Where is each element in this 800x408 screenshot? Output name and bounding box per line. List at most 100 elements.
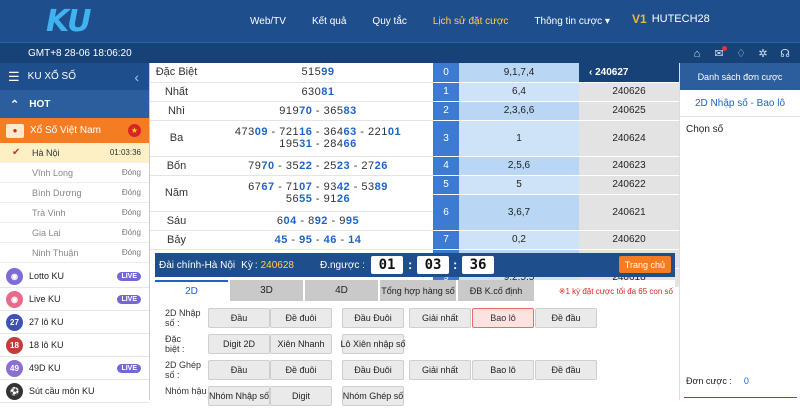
18-lo-icon: 18 — [6, 336, 23, 354]
choose-number-label: Chọn số — [686, 124, 724, 135]
period-item[interactable]: 240626 — [579, 82, 679, 102]
loto-values: 3,6,7 — [459, 194, 579, 231]
loto-row: 4 2,5,6 240623 — [433, 156, 679, 176]
prize-numbers: 63081 — [203, 82, 433, 102]
game-name: Lotto KU — [29, 271, 65, 281]
user-info[interactable]: V1 HUTECH28 — [632, 12, 710, 26]
draw-label: Đài chính-Hà Nội — [159, 259, 236, 271]
sidebar-item-xo-so-viet-nam[interactable]: ● Xổ Số Việt Nam ★ — [0, 118, 149, 143]
province-item[interactable]: ✔ Hà Nội 01:03:36 — [0, 143, 149, 163]
bet-option-button[interactable]: Đề đầu — [535, 308, 597, 328]
settings-icon[interactable]: ✲ — [752, 46, 774, 61]
bet-option-button[interactable]: Đầu — [208, 308, 270, 328]
tab-3d[interactable]: 3D — [230, 280, 303, 301]
period-item[interactable]: 240625 — [579, 101, 679, 121]
province-list: ✔ Hà Nội 01:03:36 Vĩnh Long Đóng Bình Dương Đó… — [0, 143, 149, 263]
province-name: Vĩnh Long — [32, 167, 74, 178]
period-item[interactable]: 240623 — [579, 156, 679, 176]
hot-section[interactable]: ⌃ HOT — [0, 90, 149, 118]
loto-values: 2,5,6 — [459, 156, 579, 176]
nav-item-4[interactable]: Thông tin cược ▾ — [534, 16, 610, 27]
period-item[interactable]: ‹ 240627 — [579, 63, 679, 83]
countdown-label: Đ.ngược : — [320, 259, 365, 271]
loto-values: 2,3,6,6 — [459, 101, 579, 121]
headset-icon[interactable]: ☊ — [774, 46, 796, 61]
live-badge: LIVE — [117, 271, 141, 281]
game-item[interactable]: ◉ Lotto KU LIVE — [0, 265, 149, 288]
order-panel: Danh sách đơn cược 2D Nhập số - Bao lô C… — [679, 63, 800, 400]
bet-row: 2D Ghép số : Đầu Đề đuôi Đầu Đuôi Giải nhất Ba… — [155, 358, 675, 382]
order-count: Đơn cược : 0 — [680, 376, 800, 392]
bet-option-button[interactable]: Bao lô — [472, 308, 534, 328]
sidebar-item-label: Xổ Số Việt Nam — [30, 125, 101, 136]
datetime: GMT+8 28-06 18:06:20 — [28, 48, 132, 59]
period-item[interactable]: 240624 — [579, 120, 679, 157]
game-item[interactable]: ◉ Live KU LIVE — [0, 288, 149, 311]
mail-icon[interactable]: ✉ — [708, 46, 730, 61]
province-item[interactable]: Trà Vinh Đóng — [0, 203, 149, 223]
province-status: Đóng — [121, 228, 141, 237]
result-row: Đặc Biệt 51599 — [150, 63, 433, 83]
game-name: 49D KU — [29, 363, 61, 373]
bet-option-button[interactable]: Bao lô — [472, 360, 534, 380]
prize-numbers: 91970 - 36583 — [203, 101, 433, 121]
bet-option-button[interactable]: Giải nhất — [409, 360, 471, 380]
bet-option-button[interactable]: Digit — [270, 386, 332, 406]
nav-item-0[interactable]: Web/TV — [250, 16, 286, 27]
bet-option-button[interactable]: Nhóm Ghép số — [342, 386, 404, 406]
lottery-ball-icon: ● — [6, 123, 24, 138]
order-count-label: Đơn cược : — [686, 376, 732, 386]
bet-option-button[interactable]: Xiên Nhanh — [270, 334, 332, 354]
game-item[interactable]: 27 27 lô KU — [0, 311, 149, 334]
province-status: Đóng — [121, 188, 141, 197]
bet-row: Đặc biệt : Digit 2D Xiên Nhanh Lô Xiên nhập … — [155, 332, 675, 356]
bet-option-button[interactable]: Đầu Đuôi — [342, 308, 404, 328]
tab-2d[interactable]: 2D — [155, 280, 228, 301]
bet-option-button[interactable]: Đề đuôi — [270, 308, 332, 328]
province-name: Ninh Thuận — [32, 247, 79, 258]
ku-logo[interactable]: KU — [46, 4, 92, 39]
bet-limit-warning: ※1 kỳ đặt cược tối đa 65 con số — [558, 287, 673, 296]
header-tools: ⌂ ✉ ♢ ✲ ☊ ⏻ — [686, 46, 800, 61]
province-name: Hà Nội — [32, 147, 60, 158]
nav-item-2[interactable]: Quy tắc — [372, 16, 406, 27]
province-item[interactable]: Vĩnh Long Đóng — [0, 163, 149, 183]
bet-option-button[interactable]: Đầu Đuôi — [342, 360, 404, 380]
live-badge: LIVE — [117, 363, 141, 373]
menu-icon[interactable]: ☰ — [8, 69, 20, 85]
province-item[interactable]: Gia Lai Đóng — [0, 223, 149, 243]
power-icon[interactable]: ⏻ — [796, 46, 800, 61]
period-item[interactable]: 240622 — [579, 175, 679, 195]
bet-option-button[interactable]: Nhóm Nhập số — [208, 386, 270, 406]
game-item[interactable]: 49 49D KU LIVE — [0, 357, 149, 380]
province-item[interactable]: Bình Dương Đóng — [0, 183, 149, 203]
home-button[interactable]: Trang chủ — [618, 256, 671, 273]
bet-option-button[interactable]: Digit 2D — [208, 334, 270, 354]
period-item[interactable]: 240620 — [579, 230, 679, 250]
prize-numbers: 47309 - 72116 - 36463 - 22101 19531 - 284… — [203, 120, 433, 157]
chevron-up-icon: ⌃ — [10, 98, 20, 111]
loto-digit: 0 — [433, 63, 459, 83]
nav-item-3[interactable]: Lịch sử đặt cược — [433, 16, 509, 27]
prize-label: Đặc Biệt — [150, 63, 203, 83]
period-item[interactable]: 240621 — [579, 194, 679, 231]
username: HUTECH28 — [651, 13, 710, 25]
bell-icon[interactable]: ♢ — [730, 46, 752, 61]
order-panel-title: Danh sách đơn cược — [680, 63, 800, 90]
bet-option-button[interactable]: Lô Xiên nhập số — [340, 334, 406, 354]
bet-option-button[interactable]: Đầu — [208, 360, 270, 380]
football-icon: ⚽ — [6, 382, 23, 400]
countdown-bar: Đài chính-Hà Nội Kỳ : 240628 Đ.ngược : 0… — [155, 253, 675, 277]
game-item[interactable]: 18 18 lô KU — [0, 334, 149, 357]
tab-db-co-dinh[interactable]: ĐB K.cố định — [458, 280, 534, 301]
tab-4d[interactable]: 4D — [305, 280, 378, 301]
bet-option-button[interactable]: Giải nhất — [409, 308, 471, 328]
order-count-value: 0 — [743, 376, 749, 386]
province-item[interactable]: Ninh Thuận Đóng — [0, 243, 149, 263]
bet-option-button[interactable]: Đề đầu — [535, 360, 597, 380]
tab-tong-hop[interactable]: Tổng hợp hàng số — [380, 280, 456, 301]
nav-item-1[interactable]: Kết quả — [312, 16, 346, 27]
collapse-icon[interactable]: ‹ — [134, 69, 139, 85]
home-icon[interactable]: ⌂ — [686, 46, 708, 61]
bet-option-button[interactable]: Đề đuôi — [270, 360, 332, 380]
